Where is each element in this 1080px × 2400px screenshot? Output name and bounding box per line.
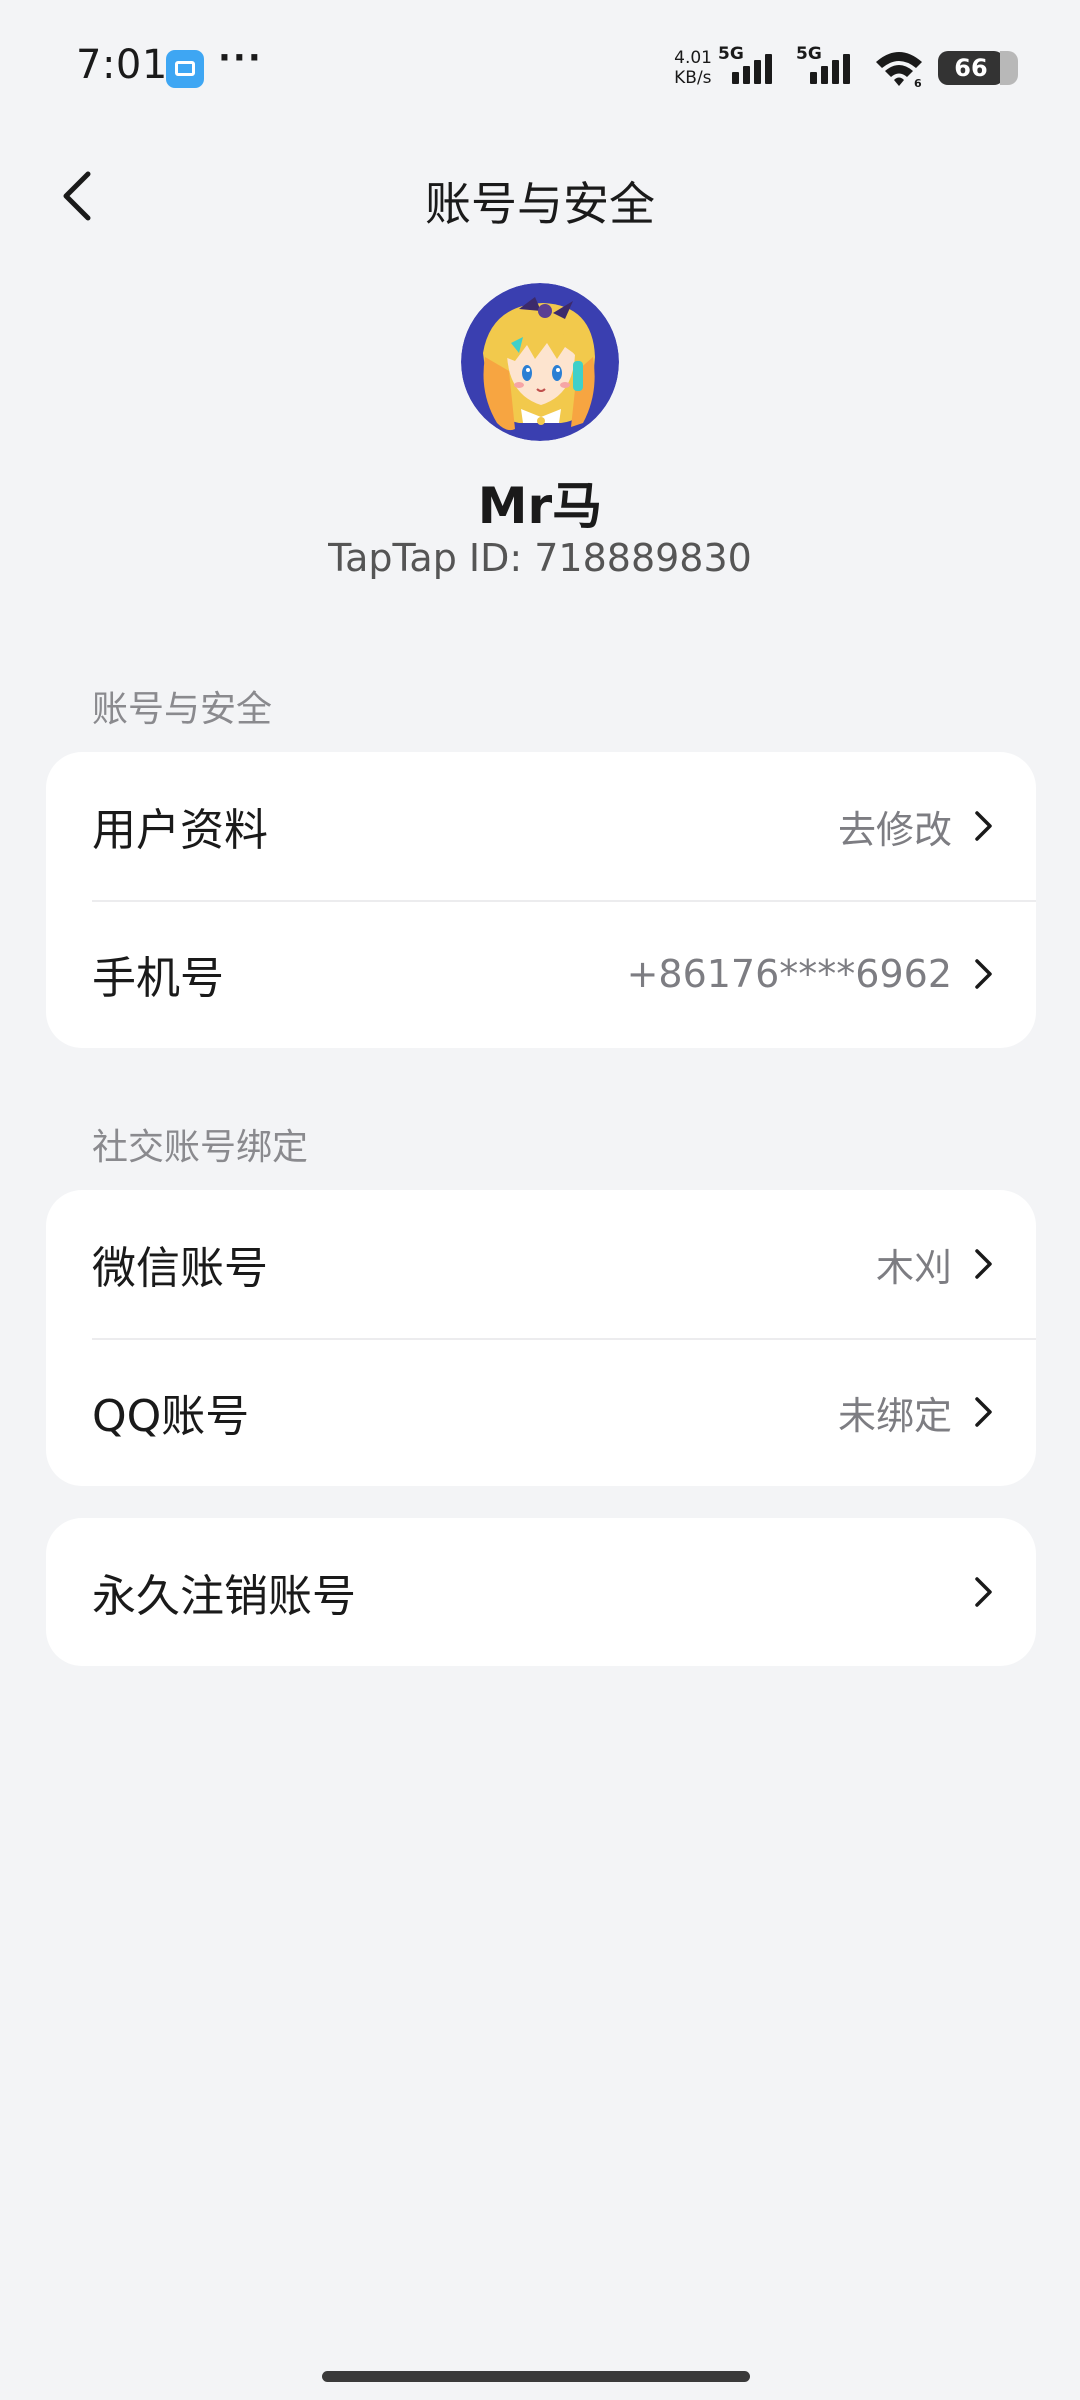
chevron-right-icon [975, 959, 992, 989]
network-speed-value: 4.01 [674, 48, 712, 68]
wallet-icon [166, 50, 204, 88]
chevron-right-icon [975, 1397, 992, 1427]
row-qq-account[interactable]: QQ账号 未绑定 [46, 1338, 1036, 1486]
signal-icon: 5G [718, 44, 792, 92]
row-wechat-account[interactable]: 微信账号 木刈 [46, 1190, 1036, 1338]
social-card: 微信账号 木刈 QQ账号 未绑定 [46, 1190, 1036, 1486]
status-indicators: 4.01 KB/s 5G 5G 6 66 [674, 44, 1018, 92]
network-speed-unit: KB/s [674, 68, 712, 88]
network-speed: 4.01 KB/s [674, 48, 712, 88]
avatar-image [461, 283, 619, 441]
chevron-right-icon [975, 811, 992, 841]
row-value: +86176****6962 [626, 952, 952, 996]
profile-name: Mr马 [477, 477, 603, 535]
row-label: QQ账号 [92, 1391, 250, 1442]
wifi-badge: 6 [914, 77, 922, 88]
page-title: 账号与安全 [425, 177, 655, 231]
row-delete-account[interactable]: 永久注销账号 [46, 1518, 1036, 1666]
status-bar: 7:01 ··· 4.01 KB/s 5G 5G 6 66 [0, 0, 1080, 140]
profile-id: TapTap ID: 718889830 [328, 536, 752, 580]
row-value: 去修改 [837, 807, 952, 852]
row-phone-number[interactable]: 手机号 +86176****6962 [46, 900, 1036, 1048]
account-card: 用户资料 去修改 手机号 +86176****6962 [46, 752, 1036, 1048]
row-user-profile[interactable]: 用户资料 去修改 [46, 752, 1036, 900]
row-value: 木刈 [875, 1245, 952, 1290]
avatar[interactable] [461, 283, 619, 441]
battery-icon: 66 [938, 51, 1018, 85]
home-indicator[interactable] [322, 2371, 750, 2382]
wifi-icon: 6 [876, 52, 922, 88]
section-header-social: 社交账号绑定 [92, 1127, 309, 1168]
chevron-right-icon [975, 1577, 992, 1607]
battery-level: 66 [954, 54, 988, 82]
row-label: 用户资料 [92, 805, 268, 856]
more-notifications-icon: ··· [218, 38, 263, 78]
section-header-account: 账号与安全 [92, 689, 273, 730]
delete-account-card: 永久注销账号 [46, 1518, 1036, 1666]
row-label: 微信账号 [92, 1243, 268, 1294]
nav-bar: 账号与安全 [0, 150, 1080, 240]
row-label: 永久注销账号 [92, 1571, 356, 1622]
signal-icon: 5G [796, 44, 870, 92]
row-value: 未绑定 [837, 1393, 952, 1438]
status-time: 7:01 [76, 42, 168, 88]
row-label: 手机号 [92, 953, 224, 1004]
chevron-right-icon [975, 1249, 992, 1279]
